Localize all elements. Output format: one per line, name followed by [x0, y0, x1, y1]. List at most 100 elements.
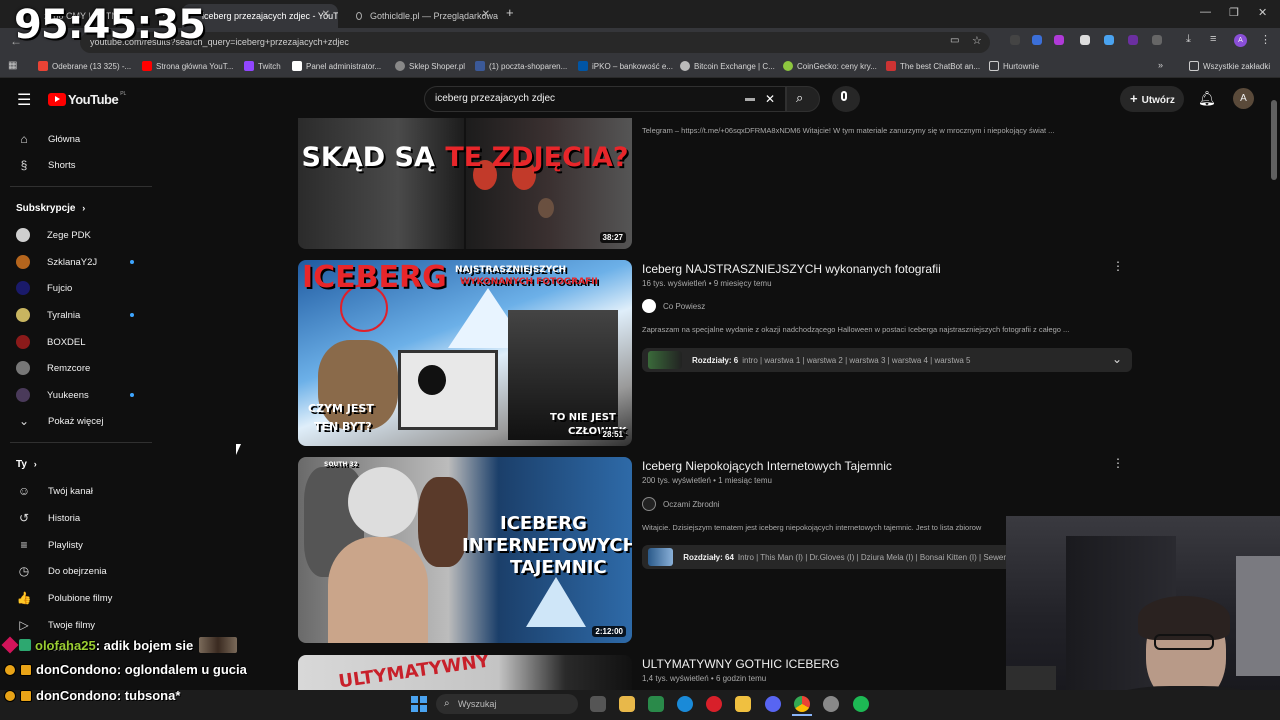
extension-icon[interactable] — [1032, 35, 1042, 45]
bookmark-label: Hurtownie — [1003, 61, 1040, 71]
chrome-icon[interactable] — [794, 696, 810, 712]
windows-search-input[interactable]: ⌕ Wyszukaj — [436, 694, 578, 714]
edge-icon[interactable] — [677, 696, 693, 712]
voice-search-button[interactable] — [832, 86, 860, 112]
settings-gear-icon[interactable] — [823, 696, 839, 712]
browser-tab[interactable]: Gothicldle.pl — Przeglądarkowa ✕ — [342, 4, 498, 28]
bookmark-item[interactable]: Twitch — [244, 61, 281, 71]
extension-icon[interactable] — [1128, 35, 1138, 45]
search-input[interactable]: iceberg przezajacych zdjec ▬ ✕ — [424, 86, 786, 112]
sidebar-item-subscription[interactable]: Remzcore — [16, 355, 156, 381]
sidebar-item-watch-later[interactable]: ◷ Do obejrzenia — [16, 558, 156, 584]
task-view-icon[interactable] — [590, 696, 606, 712]
keyboard-icon[interactable]: ▬ — [745, 87, 755, 111]
bookmark-item[interactable]: Odebrane (13 325) -... — [38, 61, 131, 71]
profile-avatar[interactable]: A — [1234, 34, 1247, 47]
channel-link[interactable]: Co Powiesz — [642, 299, 705, 313]
spotify-icon[interactable] — [853, 696, 869, 712]
chevron-down-icon[interactable]: ⌄ — [1112, 352, 1122, 366]
bookmark-label: Panel administrator... — [306, 61, 382, 71]
more-bookmarks-icon[interactable]: » — [1158, 60, 1163, 70]
new-tab-button[interactable]: + — [506, 5, 514, 20]
subscriptions-heading[interactable]: Subskrypcje › — [16, 203, 85, 214]
channel-link[interactable]: Oczami Zbrodni — [642, 497, 719, 511]
chapters-bar[interactable]: Rozdziały: 64 Intro | This Man (I) | Dr.… — [642, 545, 1006, 569]
browser-tab-active[interactable]: iceberg przezajacych zdjec - YouTube ✕ — [182, 4, 338, 28]
extension-icon[interactable] — [1104, 35, 1114, 45]
close-tab-icon[interactable]: ✕ — [482, 9, 490, 20]
address-bar[interactable]: youtube.com/results?search_query=iceberg… — [80, 32, 990, 53]
more-menu-icon[interactable]: ⋮ — [1260, 33, 1271, 46]
bookmark-item[interactable]: Strona główna YouT... — [142, 61, 233, 71]
extension-icon[interactable] — [1010, 35, 1020, 45]
bookmark-item[interactable]: CoinGecko: ceny kry... — [783, 61, 877, 71]
discord-icon[interactable] — [765, 696, 781, 712]
youtube-logo[interactable]: YouTube PL — [48, 91, 126, 107]
scrollbar-thumb[interactable] — [1271, 100, 1277, 180]
liked-icon: 👍 — [16, 591, 32, 605]
opera-icon[interactable] — [706, 696, 722, 712]
hamburger-menu-icon[interactable]: ☰ — [17, 90, 31, 110]
more-actions-icon[interactable]: ⋮ — [1112, 259, 1124, 273]
bookmark-label: Strona główna YouT... — [156, 61, 234, 71]
bookmark-item[interactable]: Sklep Shoper.pl — [395, 61, 465, 71]
sidebar-item-subscription[interactable]: Zege PDK — [16, 222, 156, 248]
video-title[interactable]: Iceberg Niepokojących Internetowych Taje… — [642, 459, 892, 473]
bookmark-item[interactable]: Bitcoin Exchange | C... — [680, 61, 775, 71]
bookmark-label: CoinGecko: ceny kry... — [797, 61, 877, 71]
sidebar-item-subscription[interactable]: SzklanaY2J — [16, 249, 156, 275]
sidebar-item-subscription[interactable]: Fujcio — [16, 275, 156, 301]
cast-icon[interactable]: ▭ — [950, 35, 959, 46]
store-icon[interactable] — [619, 696, 635, 712]
extension-icon[interactable] — [1080, 35, 1090, 45]
video-thumbnail[interactable]: SKĄD SĄ TE ZDJĘCIA? 38:27 — [298, 118, 632, 249]
video-thumbnail[interactable]: SOUTH 32 ICEBERG INTERNETOWYCH TAJEMNIC … — [298, 457, 632, 643]
video-thumbnail[interactable]: ULTYMATYWNY — [298, 655, 632, 690]
folder-icon — [1189, 61, 1199, 71]
download-icon[interactable]: ⤓ — [1186, 33, 1191, 46]
reading-list-icon[interactable]: ≡ — [1210, 33, 1216, 45]
all-bookmarks[interactable]: Wszystkie zakładki — [1189, 61, 1270, 71]
file-explorer-icon[interactable] — [735, 696, 751, 712]
chapters-bar[interactable]: Rozdziały: 6 intro | warstwa 1 | warstwa… — [642, 348, 1132, 372]
sidebar-item-home[interactable]: ⌂ Główna — [16, 126, 156, 152]
video-thumbnail[interactable]: ICEBERG NAJSTRASZNIEJSZYCH WYKONANYCH FO… — [298, 260, 632, 446]
minimize-icon[interactable]: — — [1200, 6, 1211, 18]
sidebar-item-your-channel[interactable]: ☺ Twój kanał — [16, 478, 156, 504]
app-icon[interactable] — [648, 696, 664, 712]
sidebar-item-your-videos[interactable]: ▷ Twoje filmy — [16, 612, 156, 638]
bookmark-item[interactable]: The best ChatBot an... — [886, 61, 980, 71]
bookmark-item[interactable]: (1) poczta-shoparen... — [475, 61, 567, 71]
badge-icon — [20, 689, 32, 702]
sidebar-item-subscription[interactable]: BOXDEL — [16, 329, 156, 355]
shoper-icon — [395, 61, 405, 71]
sidebar-item-playlists[interactable]: ≡ Playlisty — [16, 532, 156, 558]
avatar[interactable]: A — [1233, 88, 1254, 109]
puzzle-icon[interactable] — [1152, 35, 1162, 45]
sidebar-item-label: Historia — [48, 512, 81, 524]
maximize-icon[interactable]: ❐ — [1229, 6, 1239, 19]
sidebar-item-history[interactable]: ↺ Historia — [16, 505, 156, 531]
video-title[interactable]: Iceberg NAJSTRASZNIEJSZYCH wykonanych fo… — [642, 262, 941, 276]
close-tab-icon[interactable]: ✕ — [322, 9, 330, 20]
bookmark-item[interactable]: Hurtownie — [989, 61, 1039, 71]
bookmark-item[interactable]: Panel administrator... — [292, 61, 381, 71]
sidebar-item-subscription[interactable]: Yuukeens — [16, 382, 156, 408]
video-title[interactable]: ULTYMATYWNY GOTHIC ICEBERG — [642, 657, 839, 671]
you-heading[interactable]: Ty › — [16, 459, 37, 470]
more-actions-icon[interactable]: ⋮ — [1112, 456, 1124, 470]
clear-search-icon[interactable]: ✕ — [765, 87, 775, 111]
sidebar-item-shorts[interactable]: § Shorts — [16, 152, 156, 178]
sidebar-item-subscription[interactable]: Tyralnia — [16, 302, 156, 328]
close-window-icon[interactable]: ✕ — [1258, 6, 1267, 19]
apps-grid-icon[interactable]: ▦ — [8, 60, 17, 71]
show-more-button[interactable]: ⌄ Pokaż więcej — [16, 408, 156, 434]
notifications-bell-icon[interactable]: 🔔︎ — [1198, 90, 1216, 107]
windows-start-icon[interactable] — [411, 696, 427, 712]
search-button[interactable]: ⌕ — [786, 86, 820, 112]
extension-icon[interactable] — [1054, 35, 1064, 45]
create-button[interactable]: + Utwórz — [1120, 86, 1184, 112]
bookmark-star-icon[interactable]: ☆ — [972, 34, 982, 47]
bookmark-item[interactable]: iPKO – bankowość e... — [578, 61, 673, 71]
sidebar-item-liked[interactable]: 👍 Polubione filmy — [16, 585, 156, 611]
